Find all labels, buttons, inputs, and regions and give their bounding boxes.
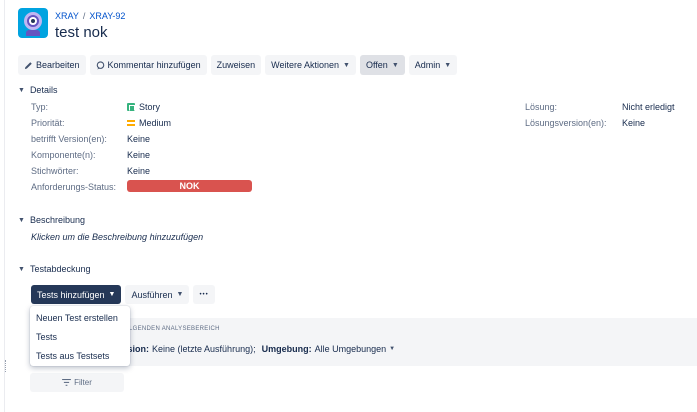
edit-button[interactable]: Bearbeiten [18, 55, 86, 75]
breadcrumb-separator: / [82, 11, 86, 21]
add-comment-label: Kommentar hinzufügen [107, 60, 201, 70]
dropdown-item-create-test[interactable]: Neuen Test erstellen [30, 309, 130, 328]
chevron-down-icon: ▼ [176, 291, 184, 298]
collapse-triangle-icon: ▼ [18, 86, 25, 94]
priority-medium-icon [127, 120, 135, 126]
description-heading: Beschreibung [29, 215, 85, 225]
execute-button[interactable]: Ausführen ▼ [125, 285, 190, 304]
left-border [4, 0, 5, 412]
assign-button[interactable]: Zuweisen [210, 55, 262, 75]
fix-version-value: Keine [622, 118, 646, 128]
dropdown-item-tests-from-testsets[interactable]: Tests aus Testsets [30, 347, 130, 366]
pencil-icon [24, 61, 32, 69]
chevron-down-icon: ▼ [444, 61, 452, 69]
description-section-toggle[interactable]: ▼ Beschreibung [18, 215, 85, 225]
dropdown-item-tests[interactable]: Tests [30, 328, 130, 347]
chevron-down-icon: ▼ [391, 61, 399, 69]
filter-icon [62, 379, 71, 386]
type-value-text: Story [139, 102, 161, 112]
requirement-status-label: Anforderungs-Status: [31, 182, 117, 192]
admin-label: Admin [414, 60, 441, 70]
admin-button[interactable]: Admin ▼ [408, 55, 458, 75]
more-options-icon: ••• [199, 291, 209, 298]
coverage-heading: Testabdeckung [29, 264, 91, 274]
resolution-label: Lösung: [525, 102, 558, 112]
component-label: Komponente(n): [31, 150, 96, 160]
coverage-toolbar: Tests hinzufügen ▼ Ausführen ▼ ••• [31, 285, 219, 304]
comment-icon [96, 60, 104, 69]
story-icon [127, 103, 135, 111]
affects-version-label: betrifft Version(en): [31, 134, 107, 144]
analysis-caption: OLGENDEN ANALYSEBEREICH [124, 326, 220, 332]
status-label: Offen [365, 60, 388, 70]
details-heading: Details [29, 85, 58, 95]
execute-label: Ausführen [131, 289, 173, 300]
details-section-toggle[interactable]: ▼ Details [18, 85, 57, 95]
type-value: Story [127, 102, 160, 112]
project-avatar-icon[interactable] [18, 8, 48, 38]
caret-down-icon[interactable]: ▼ [389, 346, 395, 352]
priority-value-text: Medium [139, 118, 172, 128]
breadcrumb: XRAY / XRAY-92 [55, 11, 125, 21]
requirement-status-badge: NOK [127, 180, 252, 192]
add-tests-button[interactable]: Tests hinzufügen ▼ [31, 285, 122, 304]
priority-value: Medium [127, 118, 171, 128]
resolution-value: Nicht erledigt [622, 102, 675, 112]
labels-value: Keine [127, 166, 151, 176]
environment-value[interactable]: Alle Umgebungen [315, 344, 387, 354]
filter-label: Filter [74, 378, 92, 387]
description-placeholder[interactable]: Klicken um die Beschreibung hinzuzufügen [31, 232, 203, 242]
collapse-triangle-icon: ▼ [18, 265, 25, 273]
priority-label: Priorität: [31, 118, 65, 128]
issue-toolbar: Bearbeiten Kommentar hinzufügen Zuweisen… [18, 55, 461, 75]
issue-header: XRAY / XRAY-92 test nok [18, 8, 125, 41]
chevron-down-icon: ▼ [108, 291, 116, 298]
add-comment-button[interactable]: Kommentar hinzufügen [89, 55, 207, 75]
collapse-triangle-icon: ▼ [18, 216, 25, 224]
version-value[interactable]: Keine (letzte Ausführung); [152, 344, 256, 354]
type-label: Typ: [31, 102, 49, 112]
resize-handle[interactable] [5, 360, 7, 372]
breadcrumb-issue-link[interactable]: XRAY-92 [89, 11, 125, 21]
more-actions-button[interactable]: Weitere Aktionen ▼ [265, 55, 356, 75]
chevron-down-icon: ▼ [343, 61, 350, 69]
labels-label: Stichwörter: [31, 166, 79, 176]
more-options-button[interactable]: ••• [193, 285, 215, 304]
filter-button[interactable]: Filter [30, 373, 124, 392]
fix-version-label: Lösungsversion(en): [525, 118, 607, 128]
environment-label: Umgebung: [261, 344, 312, 354]
add-tests-label: Tests hinzufügen [37, 289, 105, 300]
coverage-section-toggle[interactable]: ▼ Testabdeckung [18, 264, 90, 274]
breadcrumb-project-link[interactable]: XRAY [55, 11, 79, 21]
assign-label: Zuweisen [216, 60, 256, 70]
more-actions-label: Weitere Aktionen [271, 60, 340, 70]
page-title: test nok [55, 24, 108, 41]
analysis-scope: rsion: Keine (letzte Ausführung); Umgebu… [124, 344, 395, 354]
edit-button-label: Bearbeiten [36, 60, 80, 70]
add-tests-dropdown: Neuen Test erstellen Tests Tests aus Tes… [30, 306, 130, 366]
status-button[interactable]: Offen ▼ [359, 55, 405, 75]
component-value: Keine [127, 150, 151, 160]
issue-titles: XRAY / XRAY-92 test nok [55, 8, 125, 41]
affects-version-value: Keine [127, 134, 151, 144]
